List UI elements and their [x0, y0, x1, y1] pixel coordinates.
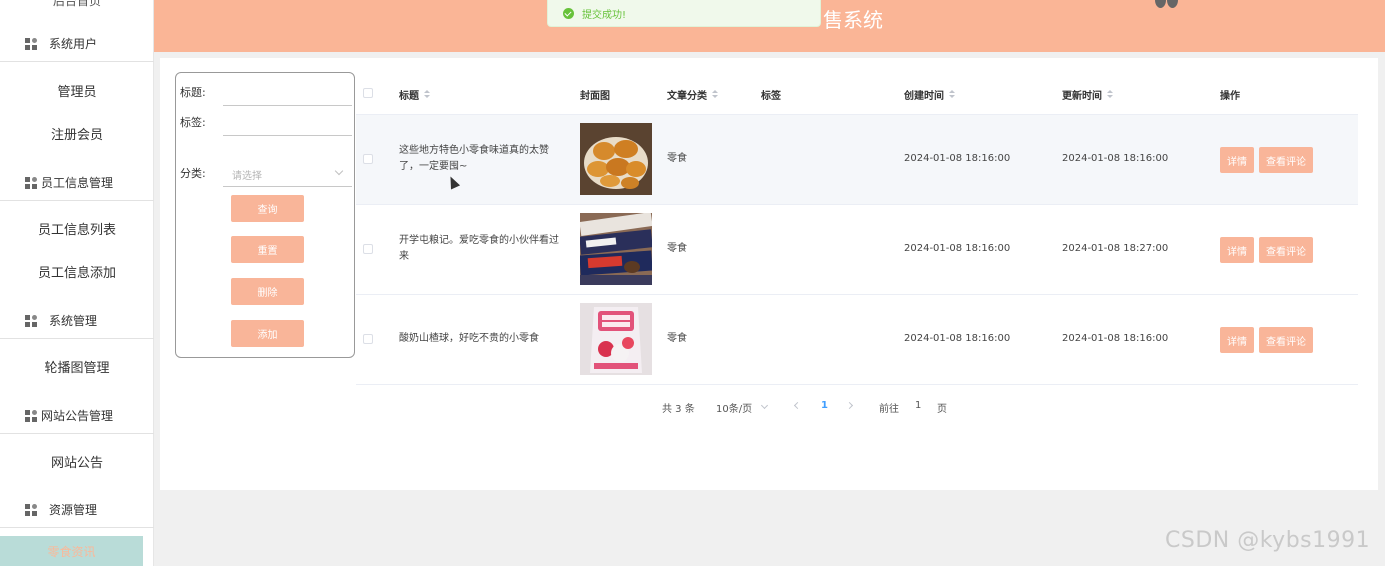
row-title: 开学屯粮记。爱吃零食的小伙伴看过来 [399, 235, 559, 262]
row-title: 这些地方特色小零食味道真的太赞了，一定要囤~ [399, 145, 549, 172]
detail-button[interactable]: 详情 [1220, 237, 1254, 263]
sidebar-group-notice[interactable]: 网站公告管理 [0, 398, 154, 434]
sort-icon[interactable] [712, 90, 718, 99]
row-updated: 2024-01-08 18:16:00 [1062, 333, 1169, 344]
search-form: 标题: 标签: 分类: 请选择 查询 重置 删除 添加 [175, 72, 355, 358]
category-label: 分类: [180, 167, 206, 180]
sidebar-item-notice[interactable]: 网站公告 [0, 452, 154, 471]
column-header-updated[interactable]: 更新时间 [1062, 87, 1113, 102]
pagination-total: 共 3 条 [662, 404, 695, 415]
delete-button[interactable]: 删除 [231, 278, 304, 305]
tag-label: 标签: [180, 116, 206, 129]
sidebar-item-admin[interactable]: 管理员 [0, 81, 154, 100]
sidebar-item-snack-news[interactable]: 零食资讯 [0, 536, 143, 566]
row-created: 2024-01-08 18:16:00 [904, 333, 1011, 344]
sidebar-item-home[interactable]: 后台首页 [0, 0, 154, 9]
row-updated: 2024-01-08 18:27:00 [1062, 243, 1169, 254]
sidebar: 后台首页 系统用户 管理员 注册会员 员工信息管理 员工信息列表 员工信息添加 … [0, 0, 154, 566]
title-label: 标题: [180, 86, 206, 99]
detail-button[interactable]: 详情 [1220, 327, 1254, 353]
view-comments-button[interactable]: 查看评论 [1259, 147, 1313, 173]
table-row: 这些地方特色小零食味道真的太赞了，一定要囤~ 零食 2024-01-08 18:… [356, 115, 1358, 205]
toast-message: 提交成功! [582, 9, 627, 21]
sort-icon[interactable] [1107, 90, 1113, 99]
category-select[interactable]: 请选择 [232, 167, 262, 182]
row-created: 2024-01-08 18:16:00 [904, 243, 1011, 254]
category-select-underline [223, 186, 352, 187]
check-circle-icon [563, 7, 574, 19]
column-header-actions: 操作 [1220, 91, 1240, 102]
page-suffix: 页 [937, 404, 947, 415]
row-category: 零食 [667, 243, 687, 254]
sidebar-item-staff-list[interactable]: 员工信息列表 [0, 219, 154, 238]
grid-icon [25, 314, 37, 327]
goto-page-input[interactable]: 1 [915, 400, 921, 411]
table-header: 标题 封面图 文章分类 标签 创建时间 更新时间 操作 [356, 72, 1358, 115]
grid-icon [25, 409, 37, 422]
grid-icon [25, 503, 37, 516]
sort-icon[interactable] [949, 90, 955, 99]
table-row: 酸奶山楂球，好吃不贵的小零食 零食 2024-01-08 18:16:00 20… [356, 295, 1358, 385]
success-toast: 提交成功! [547, 0, 821, 27]
grid-icon [25, 176, 37, 189]
column-header-cover: 封面图 [580, 91, 610, 102]
chocolate-bar-image [580, 213, 652, 285]
add-button[interactable]: 添加 [231, 320, 304, 347]
reset-button[interactable]: 重置 [231, 236, 304, 263]
row-category: 零食 [667, 153, 687, 164]
page-title: 售系统 [823, 8, 883, 32]
articles-table: 标题 封面图 文章分类 标签 创建时间 更新时间 操作 这些地方特色小零食味道真… [356, 72, 1358, 385]
dumpling-snack-image [580, 123, 652, 195]
row-created: 2024-01-08 18:16:00 [904, 153, 1011, 164]
yogurt-hawthorn-package-image [580, 303, 652, 375]
view-comments-button[interactable]: 查看评论 [1259, 327, 1313, 353]
sidebar-group-label: 资源管理 [49, 503, 98, 517]
row-title: 酸奶山楂球，好吃不贵的小零食 [399, 333, 539, 344]
sidebar-group-resources[interactable]: 资源管理 [0, 492, 154, 528]
sidebar-group-system[interactable]: 系统管理 [0, 303, 154, 339]
chevron-down-icon [334, 166, 344, 176]
detail-button[interactable]: 详情 [1220, 147, 1254, 173]
grid-icon [25, 37, 37, 50]
title-input[interactable] [223, 105, 352, 106]
row-checkbox[interactable] [363, 154, 373, 164]
sort-icon[interactable] [424, 90, 430, 99]
watermark: CSDN @kybs1991 [1165, 528, 1371, 553]
sidebar-group-label: 员工信息管理 [41, 176, 114, 190]
page-number-current[interactable]: 1 [821, 400, 828, 411]
column-header-tag: 标签 [761, 91, 781, 102]
row-checkbox[interactable] [363, 334, 373, 344]
avatar[interactable] [1155, 0, 1179, 10]
sidebar-item-members[interactable]: 注册会员 [0, 124, 154, 143]
row-category: 零食 [667, 333, 687, 344]
goto-label: 前往 [879, 404, 899, 415]
select-all-checkbox[interactable] [363, 88, 373, 98]
page-size-select[interactable]: 10条/页 [716, 400, 752, 415]
sidebar-group-label: 系统管理 [49, 314, 98, 328]
column-header-created[interactable]: 创建时间 [904, 87, 955, 102]
sidebar-group-label: 系统用户 [49, 37, 98, 51]
table-row: 开学屯粮记。爱吃零食的小伙伴看过来 零食 2024-01-08 18:16:00… [356, 205, 1358, 295]
sidebar-item-staff-add[interactable]: 员工信息添加 [0, 262, 154, 281]
column-header-category[interactable]: 文章分类 [667, 87, 718, 102]
tag-input[interactable] [223, 135, 352, 136]
sidebar-group-label: 网站公告管理 [41, 409, 114, 423]
row-updated: 2024-01-08 18:16:00 [1062, 153, 1169, 164]
row-checkbox[interactable] [363, 244, 373, 254]
sidebar-item-carousel[interactable]: 轮播图管理 [0, 357, 154, 376]
sidebar-group-staff[interactable]: 员工信息管理 [0, 165, 154, 201]
column-header-title[interactable]: 标题 [399, 87, 430, 102]
sidebar-group-system-users[interactable]: 系统用户 [0, 26, 154, 62]
query-button[interactable]: 查询 [231, 195, 304, 222]
view-comments-button[interactable]: 查看评论 [1259, 237, 1313, 263]
